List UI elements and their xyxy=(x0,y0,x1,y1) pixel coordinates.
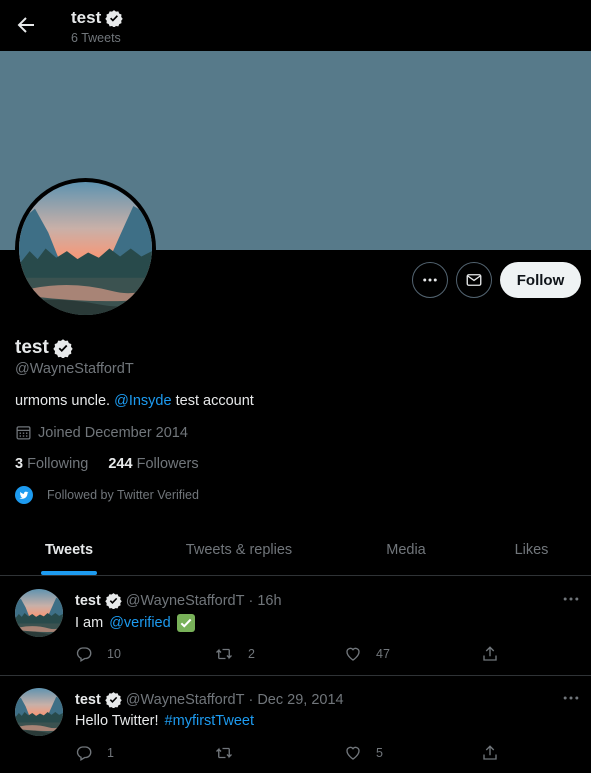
retweet-count: 2 xyxy=(248,647,255,661)
verified-badge-icon xyxy=(105,593,122,609)
calendar-icon xyxy=(16,426,31,440)
profile-avatar[interactable] xyxy=(15,178,156,319)
verified-badge-icon xyxy=(53,339,73,358)
tweet-text-body: Hello Twitter! xyxy=(75,713,159,729)
reply-count: 10 xyxy=(107,647,121,661)
tweet-author-handle[interactable]: @WayneStaffordT xyxy=(126,692,245,708)
reply-count: 1 xyxy=(107,746,114,760)
envelope-icon xyxy=(466,274,482,286)
tweet-mention-link[interactable]: @verified xyxy=(109,615,170,631)
tweet-item[interactable]: test @WayneStaffordT · 16h I am @verifie… xyxy=(0,577,591,676)
tweet-header: test @WayneStaffordT · Dec 29, 2014 xyxy=(75,691,344,708)
avatar-landscape-image xyxy=(15,688,63,736)
reply-icon xyxy=(76,746,92,761)
like-count: 47 xyxy=(376,647,390,661)
tab-likes[interactable]: Likes xyxy=(472,524,591,575)
share-button[interactable] xyxy=(481,744,499,762)
follow-button[interactable]: Follow xyxy=(500,262,581,298)
reply-button[interactable]: 10 xyxy=(75,645,121,663)
tab-tweets[interactable]: Tweets xyxy=(0,524,138,575)
more-dots-icon xyxy=(423,278,437,282)
more-options-button[interactable] xyxy=(412,262,448,298)
check-mark-emoji-icon xyxy=(176,614,195,632)
avatar-landscape-image xyxy=(19,182,152,315)
tweet-item[interactable]: test @WayneStaffordT · Dec 29, 2014 Hell… xyxy=(0,676,591,773)
tab-media[interactable]: Media xyxy=(340,524,472,575)
followers-count: 244 xyxy=(108,456,133,472)
tweet-timestamp[interactable]: Dec 29, 2014 xyxy=(257,692,343,708)
tweet-hashtag-link[interactable]: #myfirstTweet xyxy=(165,713,254,729)
following-label: Following xyxy=(27,456,89,472)
top-header: test 6 Tweets xyxy=(0,0,591,51)
followed-by-text: Followed by Twitter Verified xyxy=(47,488,199,502)
tweet-header: test @WayneStaffordT · 16h xyxy=(75,592,282,609)
active-tab-indicator xyxy=(41,571,97,575)
share-button[interactable] xyxy=(481,645,499,663)
profile-bio: urmoms uncle. @Insyde test account xyxy=(15,393,254,409)
tweet-text: I am @verified xyxy=(75,614,195,632)
verified-badge-icon xyxy=(105,692,122,708)
profile-name: test xyxy=(15,337,73,359)
verified-badge-icon xyxy=(105,10,123,27)
joined-date: Joined December 2014 xyxy=(15,424,188,441)
tweet-separator: · xyxy=(248,691,254,708)
heart-icon xyxy=(346,647,360,661)
tweet-more-icon[interactable] xyxy=(561,688,581,708)
profile-handle: @WayneStaffordT xyxy=(15,361,134,377)
avatar-landscape-image xyxy=(15,589,63,637)
reply-button[interactable]: 1 xyxy=(75,744,114,762)
share-icon xyxy=(483,745,497,760)
following-link[interactable]: 3 Following xyxy=(15,456,88,472)
follow-counts: 3 Following 244 Followers xyxy=(15,456,199,472)
retweet-button[interactable]: 2 xyxy=(214,645,255,663)
following-count: 3 xyxy=(15,456,24,472)
joined-text: Joined December 2014 xyxy=(38,424,188,441)
followers-link[interactable]: 244 Followers xyxy=(108,456,198,472)
tweet-separator: · xyxy=(248,592,254,609)
followed-by[interactable]: Followed by Twitter Verified xyxy=(15,486,199,504)
back-arrow-icon[interactable] xyxy=(14,13,38,37)
tweet-author-handle[interactable]: @WayneStaffordT xyxy=(126,593,245,609)
retweet-button[interactable] xyxy=(214,744,248,762)
tweet-avatar[interactable] xyxy=(15,589,63,637)
header-name: test xyxy=(71,8,102,27)
tab-tweets-and-replies[interactable]: Tweets & replies xyxy=(138,524,340,575)
profile-display-name: test xyxy=(15,337,49,358)
header-tweet-count: 6 Tweets xyxy=(71,31,121,45)
tweet-avatar[interactable] xyxy=(15,688,63,736)
like-button[interactable]: 5 xyxy=(344,744,383,762)
like-button[interactable]: 47 xyxy=(344,645,390,663)
retweet-icon xyxy=(216,648,232,660)
retweet-icon xyxy=(216,747,232,759)
bio-mention-link[interactable]: @Insyde xyxy=(114,393,171,409)
twitter-bird-avatar-icon xyxy=(15,486,33,504)
profile-tabs: Tweets Tweets & replies Media Likes xyxy=(0,524,591,576)
like-count: 5 xyxy=(376,746,383,760)
tweet-timestamp[interactable]: 16h xyxy=(257,593,281,609)
share-icon xyxy=(483,646,497,661)
followers-label: Followers xyxy=(136,456,199,472)
tweet-more-icon[interactable] xyxy=(561,589,581,609)
tweet-text: Hello Twitter! #myfirstTweet xyxy=(75,713,254,729)
tweet-author-name[interactable]: test xyxy=(75,692,101,708)
bio-text-end: test account xyxy=(175,393,254,409)
message-button[interactable] xyxy=(456,262,492,298)
tweet-text-body: I am xyxy=(75,615,104,631)
bio-text-start: urmoms uncle. xyxy=(15,393,111,409)
header-title: test xyxy=(71,8,123,28)
heart-icon xyxy=(346,746,360,760)
tweet-author-name[interactable]: test xyxy=(75,593,101,609)
reply-icon xyxy=(76,647,92,662)
